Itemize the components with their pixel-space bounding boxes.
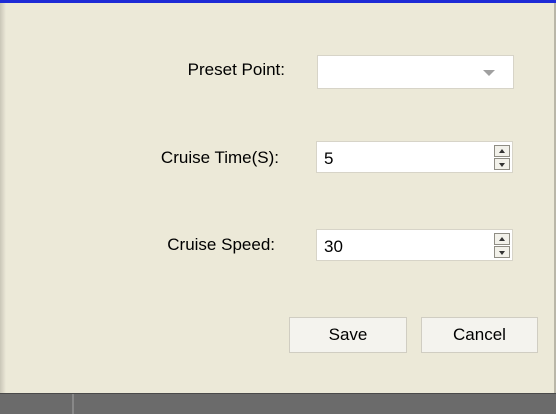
window-top-accent — [0, 0, 556, 3]
cruise-time-label: Cruise Time(S): — [160, 148, 279, 167]
cancel-button[interactable]: Cancel — [421, 317, 538, 353]
arrow-down-icon — [499, 163, 505, 167]
cruise-speed-label: Cruise Speed: — [167, 235, 275, 254]
arrow-up-icon — [499, 149, 505, 153]
chevron-down-icon — [483, 70, 495, 76]
cruise-speed-spinner[interactable]: 30 — [316, 229, 513, 261]
cruise-speed-decrement-button[interactable] — [494, 246, 510, 258]
cruise-time-value: 5 — [324, 149, 334, 168]
preset-point-select[interactable] — [317, 55, 514, 89]
cruise-time-spinner[interactable]: 5 — [316, 141, 513, 173]
left-edge-shadow — [0, 3, 6, 394]
cruise-time-decrement-button[interactable] — [494, 158, 510, 170]
cruise-speed-increment-button[interactable] — [494, 233, 510, 245]
cruise-speed-value: 30 — [324, 237, 343, 256]
save-button[interactable]: Save — [289, 317, 407, 353]
bottom-bar — [0, 394, 556, 414]
dialog-window: { "form": { "preset_point": { "label": "… — [0, 0, 556, 414]
cruise-time-increment-button[interactable] — [494, 145, 510, 157]
bottom-bar-separator — [72, 394, 74, 414]
arrow-up-icon — [499, 237, 505, 241]
arrow-down-icon — [499, 251, 505, 255]
preset-point-label: Preset Point: — [187, 60, 285, 79]
